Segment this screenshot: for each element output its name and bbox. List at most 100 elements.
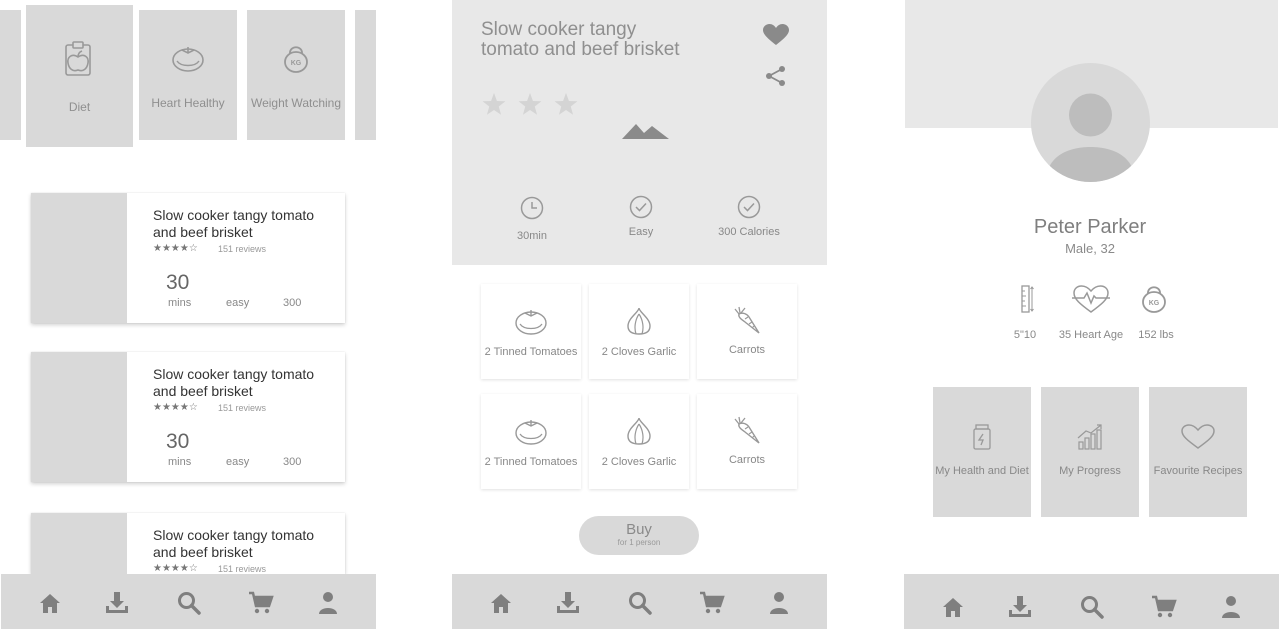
- recipe-thumbnail: [31, 193, 127, 323]
- rating-stars: ★★★★☆: [153, 243, 198, 254]
- progress-chart-icon: [1077, 424, 1102, 450]
- ingredient-card[interactable]: Carrots: [697, 284, 797, 379]
- profile-name: Peter Parker: [1033, 216, 1147, 238]
- category-tile-heart-healthy[interactable]: Heart Healthy: [139, 10, 237, 140]
- home-icon[interactable]: [940, 594, 966, 620]
- heartbeat-icon: [1072, 285, 1110, 313]
- user-icon[interactable]: [315, 590, 341, 616]
- ingredient-label: 2 Cloves Garlic: [601, 456, 677, 468]
- ingredient-label: 2 Tinned Tomatoes: [484, 456, 578, 468]
- stat-heart-age: 35 Heart Age: [1058, 329, 1124, 341]
- info-calories: 300 Calories: [718, 226, 780, 238]
- bottom-nav-2: [452, 574, 827, 629]
- stat-weight: 152 lbs: [1138, 329, 1174, 341]
- ingredient-card[interactable]: 2 Cloves Garlic: [589, 394, 689, 489]
- ingredient-card[interactable]: 2 Tinned Tomatoes: [481, 394, 581, 489]
- ingredient-label: Carrots: [728, 454, 766, 466]
- recipe-hero: Slow cooker tangy tomato and beef briske…: [452, 0, 827, 265]
- buy-label: Buy: [626, 521, 652, 538]
- svg-text:KG: KG: [291, 60, 302, 67]
- cart-icon[interactable]: [699, 590, 725, 616]
- download-icon[interactable]: [1007, 594, 1033, 620]
- recipe-card[interactable]: Slow cooker tangy tomato and beef briske…: [31, 352, 345, 482]
- cook-time-unit: mins: [168, 456, 192, 468]
- cart-icon[interactable]: [1151, 594, 1177, 620]
- tomato-icon: [172, 47, 204, 72]
- tile-my-progress[interactable]: My Progress: [1041, 387, 1139, 517]
- user-icon[interactable]: [1218, 594, 1244, 620]
- category-tile-partial-right[interactable]: [355, 10, 376, 140]
- ingredient-card[interactable]: 2 Tinned Tomatoes: [481, 284, 581, 379]
- calories: 300: [283, 297, 302, 309]
- difficulty: easy: [226, 456, 250, 468]
- info-difficulty: Easy: [628, 226, 654, 238]
- download-icon[interactable]: [104, 590, 130, 616]
- cook-time: 30: [166, 271, 190, 294]
- rating-stars: [482, 93, 578, 115]
- ingredient-card[interactable]: Carrots: [697, 394, 797, 489]
- buy-button[interactable]: Buy for 1 person: [579, 516, 699, 555]
- check-circle-icon: [737, 195, 761, 219]
- avatar[interactable]: [1031, 63, 1150, 182]
- category-tile-weight-watching[interactable]: KG Weight Watching: [247, 10, 345, 140]
- recipe-card[interactable]: Slow cooker tangy tomato and beef briske…: [31, 193, 345, 323]
- info-time: 30min: [517, 230, 547, 242]
- carrot-icon: [734, 416, 760, 444]
- carrot-icon: [734, 306, 760, 334]
- bottom-nav-3: [904, 574, 1279, 629]
- download-icon[interactable]: [555, 590, 581, 616]
- ingredient-label: 2 Tinned Tomatoes: [484, 346, 578, 358]
- supplement-jar-icon: [973, 424, 991, 450]
- check-circle-icon: [629, 195, 653, 219]
- cook-time-unit: mins: [168, 297, 192, 309]
- calories: 300: [283, 456, 302, 468]
- heart-outline-icon: [1181, 424, 1215, 449]
- recipe-thumbnail: [31, 352, 127, 482]
- garlic-icon: [627, 417, 651, 445]
- star-mark: [554, 93, 578, 115]
- rating-stars: ★★★★☆: [153, 563, 198, 574]
- home-icon[interactable]: [488, 590, 514, 616]
- recipe-thumbnail: [31, 513, 127, 574]
- ingredient-card[interactable]: 2 Cloves Garlic: [589, 284, 689, 379]
- share-icon[interactable]: [765, 65, 787, 87]
- home-icon[interactable]: [37, 590, 63, 616]
- tile-label: My Progress: [1059, 465, 1121, 477]
- tile-my-health-and-diet[interactable]: My Health and Diet: [933, 387, 1031, 517]
- tile-favourite-recipes[interactable]: Favourite Recipes: [1149, 387, 1247, 517]
- height-ruler-icon: [1021, 285, 1034, 313]
- cook-time: 30: [166, 430, 190, 453]
- review-count: 151 reviews: [218, 564, 267, 574]
- search-icon[interactable]: [176, 590, 202, 616]
- recipe-card[interactable]: Slow cooker tangy tomato and beef briske…: [31, 513, 345, 574]
- image-placeholder-icon: [622, 124, 669, 139]
- tile-label: My Health and Diet: [935, 465, 1029, 477]
- user-silhouette-icon: [1046, 93, 1135, 182]
- recipe-title: Slow cooker tangy tomato and beef briske…: [153, 527, 315, 560]
- search-icon[interactable]: [627, 590, 653, 616]
- category-label: Diet: [68, 100, 91, 114]
- tomato-icon: [515, 310, 547, 335]
- category-label: Heart Healthy: [151, 96, 225, 110]
- stat-height: 5"10: [1013, 329, 1037, 341]
- clipboard-apple-icon: [65, 41, 91, 76]
- rating-stars: ★★★★☆: [153, 402, 198, 413]
- kettlebell-icon: KG: [284, 46, 308, 73]
- search-icon[interactable]: [1079, 594, 1105, 620]
- recipe-title: Slow cooker tangy tomato and beef briske…: [153, 366, 315, 399]
- profile-subtitle: Male, 32: [1065, 241, 1115, 256]
- category-tile-diet[interactable]: Diet: [26, 5, 133, 147]
- garlic-icon: [627, 307, 651, 335]
- category-tile-partial-left[interactable]: [0, 10, 21, 140]
- recipe-title: Slow cooker tangy tomato and beef briske…: [481, 19, 680, 60]
- difficulty: easy: [226, 297, 250, 309]
- bottom-nav-1: [1, 574, 376, 629]
- star-mark: [482, 93, 506, 115]
- user-icon[interactable]: [766, 590, 792, 616]
- category-label: Weight Watching: [250, 96, 342, 110]
- svg-text:KG: KG: [1149, 300, 1160, 307]
- ingredient-label: 2 Cloves Garlic: [601, 346, 677, 358]
- favourite-heart-icon[interactable]: [763, 24, 789, 46]
- buy-sublabel: for 1 person: [617, 538, 661, 547]
- cart-icon[interactable]: [248, 590, 274, 616]
